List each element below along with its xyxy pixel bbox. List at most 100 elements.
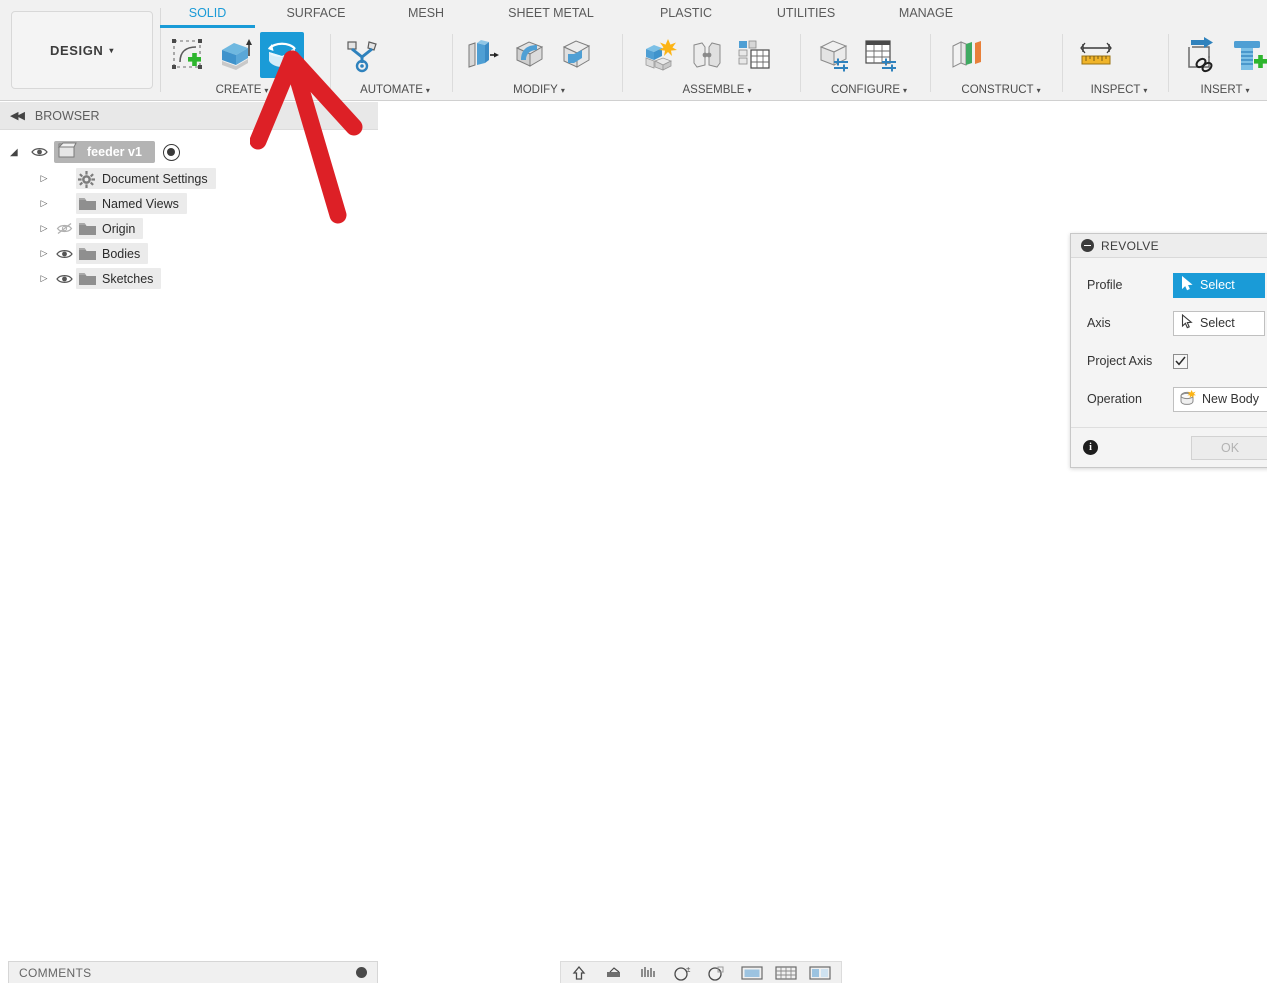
revolve-dialog-header[interactable]: REVOLVE [1071,234,1267,258]
operation-dropdown[interactable]: New Body [1173,386,1267,412]
tab-utilities[interactable]: UTILITIES [750,0,862,28]
assemble-table-icon[interactable] [732,32,776,78]
fillet-icon[interactable] [507,32,551,78]
browser-header[interactable]: ◀◀ BROWSER [0,102,378,130]
revolve-dialog-footer: i OK [1071,427,1267,467]
browser-panel: ◀◀ BROWSER ◢ feeder v1 ▷ Document Settin… [0,102,378,291]
tree-row-sketches[interactable]: ▷ Sketches [0,266,378,291]
comments-panel[interactable]: COMMENTS [8,961,378,983]
workspace-switcher[interactable]: DESIGN ▾ [11,11,153,89]
panel-label-text: ASSEMBLE [682,84,745,96]
construct-plane-icon[interactable] [944,32,988,78]
pan-icon[interactable] [605,965,627,983]
comments-title: COMMENTS [19,965,92,980]
press-pull-icon[interactable] [460,32,504,78]
revolve-row-profile: Profile Select [1071,266,1267,304]
expand-twisty[interactable]: ▷ [36,173,52,184]
panel-label-text: MODIFY [513,84,558,96]
extrude-icon[interactable] [213,32,257,78]
shell-icon[interactable] [554,32,598,78]
select-profile-button[interactable]: Select [1173,272,1265,298]
tab-mesh[interactable]: MESH [380,0,472,28]
zoom-window-icon[interactable] [639,965,661,983]
chevron-down-icon: ▾ [560,86,565,95]
chevron-down-icon: ▾ [1143,86,1148,95]
eye-hidden-icon[interactable] [52,222,76,235]
panel-label-modify[interactable]: MODIFY ▾ [460,84,618,96]
eye-shown-icon[interactable] [52,248,76,260]
panel-label-text: CONFIGURE [830,84,900,96]
grid-snap-icon[interactable] [775,965,797,983]
expand-twisty[interactable]: ▷ [36,273,52,284]
tab-plastic[interactable]: PLASTIC [630,0,742,28]
expand-twisty[interactable]: ▷ [36,223,52,234]
panel-label-construct[interactable]: CONSTRUCT ▾ [944,84,1058,96]
viewports-icon[interactable] [809,965,831,983]
ribbon-panel-automate: AUTOMATE ▾ [340,28,450,100]
home-icon[interactable] [571,965,593,983]
revolve-icon[interactable] [260,32,304,78]
tree-row-document-settings[interactable]: ▷ Document Settings [0,166,378,191]
svg-text:±: ± [686,965,691,974]
create-sketch-icon[interactable] [166,32,210,78]
info-icon[interactable]: i [1083,440,1098,455]
root-component-chip[interactable]: feeder v1 [54,141,155,163]
zoom-icon[interactable]: ± [673,965,695,983]
ribbon-panel-configure: CONFIGURE ▾ [812,28,926,100]
new-component-icon[interactable] [638,32,682,78]
configure-table-icon[interactable] [859,32,903,78]
folder-icon [78,271,97,286]
panel-label-text: CREATE [215,84,262,96]
chevron-down-icon: ▾ [264,86,269,95]
select-button-label: Select [1200,316,1235,330]
panel-label-inspect[interactable]: INSPECT ▾ [1074,84,1164,96]
tree-item-chip[interactable]: Named Views [76,193,187,214]
panel-label-insert[interactable]: INSERT ▾ [1180,84,1267,96]
select-axis-button[interactable]: Select [1173,310,1265,336]
measure-icon[interactable] [1074,32,1118,78]
expand-twisty[interactable]: ▷ [36,248,52,259]
panel-separator [452,34,453,92]
tree-row-named-views[interactable]: ▷ Named Views [0,191,378,216]
tree-item-chip[interactable]: Origin [76,218,144,239]
tree-row-root[interactable]: ◢ feeder v1 [0,138,378,166]
collapse-panel-icon[interactable]: ◀◀ [10,109,25,122]
expand-twisty[interactable]: ▷ [36,198,52,209]
browser-tree: ◢ feeder v1 ▷ Document Settings ▷ Named … [0,130,378,291]
folder-icon [78,196,97,211]
configure-body-icon[interactable] [812,32,856,78]
tree-item-chip[interactable]: Document Settings [76,168,216,189]
fit-icon[interactable] [707,965,729,983]
folder-icon [78,246,97,261]
insert-fastener-icon[interactable] [1227,32,1267,78]
tree-item-chip[interactable]: Sketches [76,268,162,289]
minus-circle-icon[interactable] [1081,239,1094,252]
panel-separator [800,34,801,92]
eye-icon[interactable] [27,146,51,158]
tab-manage[interactable]: MANAGE [870,0,982,28]
panel-label-automate[interactable]: AUTOMATE ▾ [340,84,450,96]
tree-row-bodies[interactable]: ▷ Bodies [0,241,378,266]
panel-label-create[interactable]: CREATE ▾ [166,84,318,96]
tree-row-origin[interactable]: ▷ Origin [0,216,378,241]
revolve-dialog: REVOLVE Profile Select Axis Select Project… [1070,233,1267,468]
avatar-icon[interactable] [356,967,367,978]
tab-solid[interactable]: SOLID [160,0,255,28]
joint-icon[interactable] [685,32,729,78]
project-axis-checkbox[interactable] [1173,353,1188,369]
ok-button[interactable]: OK [1191,435,1267,460]
chevron-down-icon: ▾ [1245,86,1250,95]
insert-derive-icon[interactable] [1180,32,1224,78]
revolve-row-label: Axis [1087,316,1111,330]
automate-icon[interactable] [340,32,384,78]
activate-radio-icon[interactable] [162,143,180,161]
eye-shown-icon[interactable] [52,273,76,285]
panel-label-text: INSPECT [1090,84,1141,96]
tree-item-chip[interactable]: Bodies [76,243,149,264]
tab-sheet-metal[interactable]: SHEET METAL [478,0,624,28]
panel-label-assemble[interactable]: ASSEMBLE ▾ [638,84,796,96]
tab-surface[interactable]: SURFACE [260,0,372,28]
expand-twisty[interactable]: ◢ [10,147,24,158]
display-settings-icon[interactable] [741,965,763,983]
panel-label-configure[interactable]: CONFIGURE ▾ [812,84,926,96]
